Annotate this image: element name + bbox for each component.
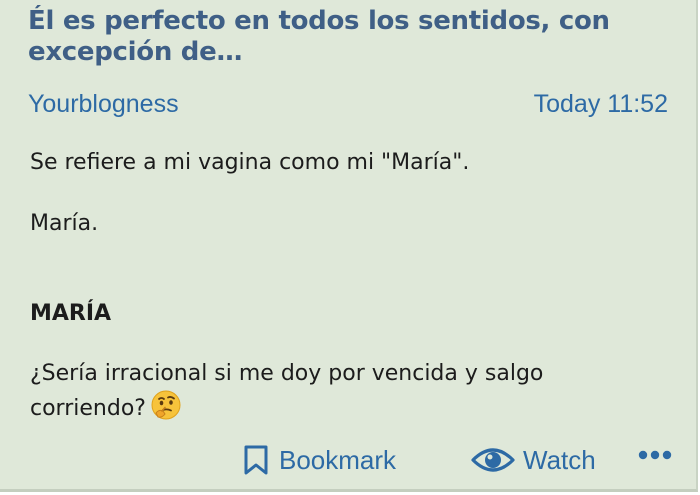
post-card: Él es perfecto en todos los sentidos, co… xyxy=(0,0,698,492)
post-timestamp: Today 11:52 xyxy=(533,90,668,118)
post-paragraph: Se refiere a mi vagina como mi "María". xyxy=(30,150,470,175)
bookmark-icon xyxy=(243,444,279,476)
post-paragraph: María. xyxy=(30,211,99,236)
author-link[interactable]: Yourblogness xyxy=(28,90,179,119)
post-paragraph-question: ¿Sería irracional si me doy por vencida … xyxy=(30,359,650,430)
post-actions: Bookmark Watch xyxy=(0,440,698,484)
watch-label: Watch xyxy=(523,444,596,475)
more-options-button[interactable] xyxy=(638,448,672,462)
post-paragraph-text: ¿Sería irracional si me doy por vencida … xyxy=(30,361,544,421)
thinking-face-icon xyxy=(150,389,182,430)
post-paragraph-bold: MARÍA xyxy=(30,301,112,326)
bookmark-button[interactable]: Bookmark xyxy=(243,444,396,476)
watch-button[interactable]: Watch xyxy=(471,444,596,476)
eye-icon xyxy=(471,444,523,476)
post-title[interactable]: Él es perfecto en todos los sentidos, co… xyxy=(28,6,668,68)
more-dots-icon xyxy=(638,448,672,462)
bookmark-label: Bookmark xyxy=(279,444,397,475)
